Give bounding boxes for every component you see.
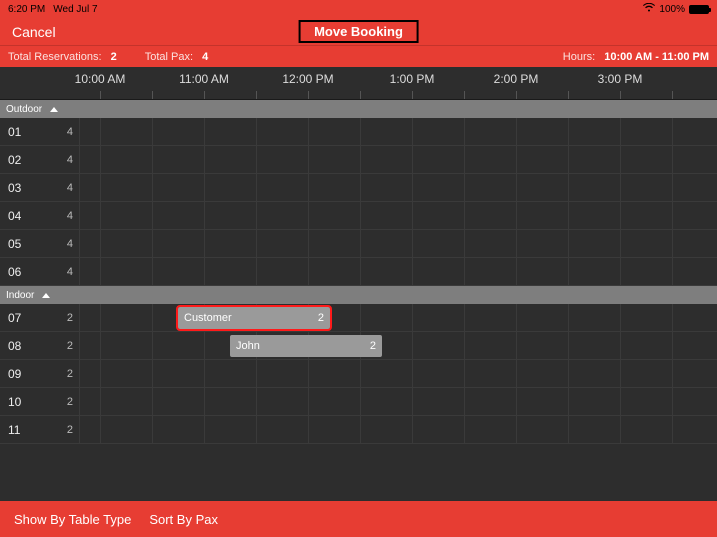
table-id: 08 — [8, 339, 21, 353]
wifi-icon — [643, 3, 655, 15]
table-id: 02 — [8, 153, 21, 167]
status-date: Wed Jul 7 — [53, 4, 97, 15]
row-grid[interactable] — [80, 416, 717, 443]
table-capacity: 4 — [67, 238, 73, 250]
chevron-up-icon — [50, 107, 58, 112]
booking-count: 2 — [318, 312, 324, 324]
table-row[interactable]: 11 2 — [0, 416, 717, 444]
row-label: 08 2 — [0, 332, 80, 359]
row-label: 04 4 — [0, 202, 80, 229]
table-capacity: 2 — [67, 424, 73, 436]
row-grid[interactable] — [80, 118, 717, 145]
table-id: 07 — [8, 311, 21, 325]
hours-value: 10:00 AM - 11:00 PM — [604, 51, 709, 63]
battery-pct: 100% — [659, 4, 685, 15]
table-capacity: 2 — [67, 340, 73, 352]
sort-by-pax-button[interactable]: Sort By Pax — [149, 512, 218, 527]
row-grid[interactable]: John 2 — [80, 332, 717, 359]
row-label: 11 2 — [0, 416, 80, 443]
reservations-label: Total Reservations: — [8, 51, 102, 63]
table-id: 06 — [8, 265, 21, 279]
row-label: 05 4 — [0, 230, 80, 257]
booking-block[interactable]: John 2 — [230, 335, 382, 357]
table-id: 04 — [8, 209, 21, 223]
device-status-bar: 6:20 PM Wed Jul 7 100% — [0, 0, 717, 18]
table-capacity: 4 — [67, 126, 73, 138]
stats-bar: Total Reservations: 2 Total Pax: 4 Hours… — [0, 45, 717, 67]
table-capacity: 2 — [67, 312, 73, 324]
row-label: 06 4 — [0, 258, 80, 285]
booking-block[interactable]: Customer 2 — [178, 307, 330, 329]
cancel-button[interactable]: Cancel — [12, 24, 56, 40]
bottom-toolbar: Show By Table Type Sort By Pax — [0, 501, 717, 537]
row-label: 09 2 — [0, 360, 80, 387]
table-id: 10 — [8, 395, 21, 409]
table-row[interactable]: 05 4 — [0, 230, 717, 258]
reservations-value: 2 — [111, 51, 117, 63]
hour-label: 10:00 AM — [75, 72, 126, 86]
row-grid[interactable] — [80, 258, 717, 285]
table-row[interactable]: 10 2 — [0, 388, 717, 416]
pax-value: 4 — [202, 51, 208, 63]
row-grid[interactable] — [80, 202, 717, 229]
row-label: 10 2 — [0, 388, 80, 415]
table-id: 03 — [8, 181, 21, 195]
table-id: 11 — [8, 423, 20, 437]
hours-label: Hours: — [563, 51, 595, 63]
row-grid[interactable] — [80, 360, 717, 387]
table-capacity: 2 — [67, 396, 73, 408]
table-row[interactable]: 07 2 Customer 2 — [0, 304, 717, 332]
booking-count: 2 — [370, 340, 376, 352]
section-name: Indoor — [6, 290, 34, 301]
table-row[interactable]: 06 4 — [0, 258, 717, 286]
table-id: 09 — [8, 367, 21, 381]
row-grid[interactable] — [80, 174, 717, 201]
table-row[interactable]: 02 4 — [0, 146, 717, 174]
section-header[interactable]: Indoor — [0, 286, 717, 304]
table-row[interactable]: 03 4 — [0, 174, 717, 202]
table-id: 05 — [8, 237, 21, 251]
show-by-table-type-button[interactable]: Show By Table Type — [14, 512, 131, 527]
row-label: 03 4 — [0, 174, 80, 201]
table-row[interactable]: 04 4 — [0, 202, 717, 230]
pax-label: Total Pax: — [145, 51, 193, 63]
hour-label: 11:00 AM — [179, 72, 229, 86]
table-capacity: 4 — [67, 266, 73, 278]
row-label: 02 4 — [0, 146, 80, 173]
row-grid[interactable]: Customer 2 — [80, 304, 717, 331]
row-label: 07 2 — [0, 304, 80, 331]
table-capacity: 4 — [67, 154, 73, 166]
hour-label: 1:00 PM — [390, 72, 435, 86]
table-row[interactable]: 08 2 John 2 — [0, 332, 717, 360]
hour-label: 2:00 PM — [494, 72, 539, 86]
hour-label: 3:00 PM — [598, 72, 643, 86]
move-booking-button[interactable]: Move Booking — [298, 20, 419, 43]
row-grid[interactable] — [80, 230, 717, 257]
booking-name: Customer — [184, 312, 232, 324]
row-grid[interactable] — [80, 146, 717, 173]
chevron-up-icon — [42, 293, 50, 298]
booking-name: John — [236, 340, 260, 352]
battery-icon — [689, 5, 709, 14]
timeline: 10:00 AM 11:00 AM 12:00 PM 1:00 PM 2:00 PM 3:… — [0, 67, 717, 482]
title-bar: Cancel Move Booking — [0, 18, 717, 45]
hour-label: 12:00 PM — [282, 72, 333, 86]
row-label: 01 4 — [0, 118, 80, 145]
table-id: 01 — [8, 125, 21, 139]
table-capacity: 2 — [67, 368, 73, 380]
row-grid[interactable] — [80, 388, 717, 415]
table-row[interactable]: 01 4 — [0, 118, 717, 146]
table-capacity: 4 — [67, 182, 73, 194]
table-capacity: 4 — [67, 210, 73, 222]
section-name: Outdoor — [6, 104, 42, 115]
status-time: 6:20 PM — [8, 4, 45, 15]
section-header[interactable]: Outdoor — [0, 100, 717, 118]
time-ruler: 10:00 AM 11:00 AM 12:00 PM 1:00 PM 2:00 PM 3:… — [0, 67, 717, 100]
table-row[interactable]: 09 2 — [0, 360, 717, 388]
